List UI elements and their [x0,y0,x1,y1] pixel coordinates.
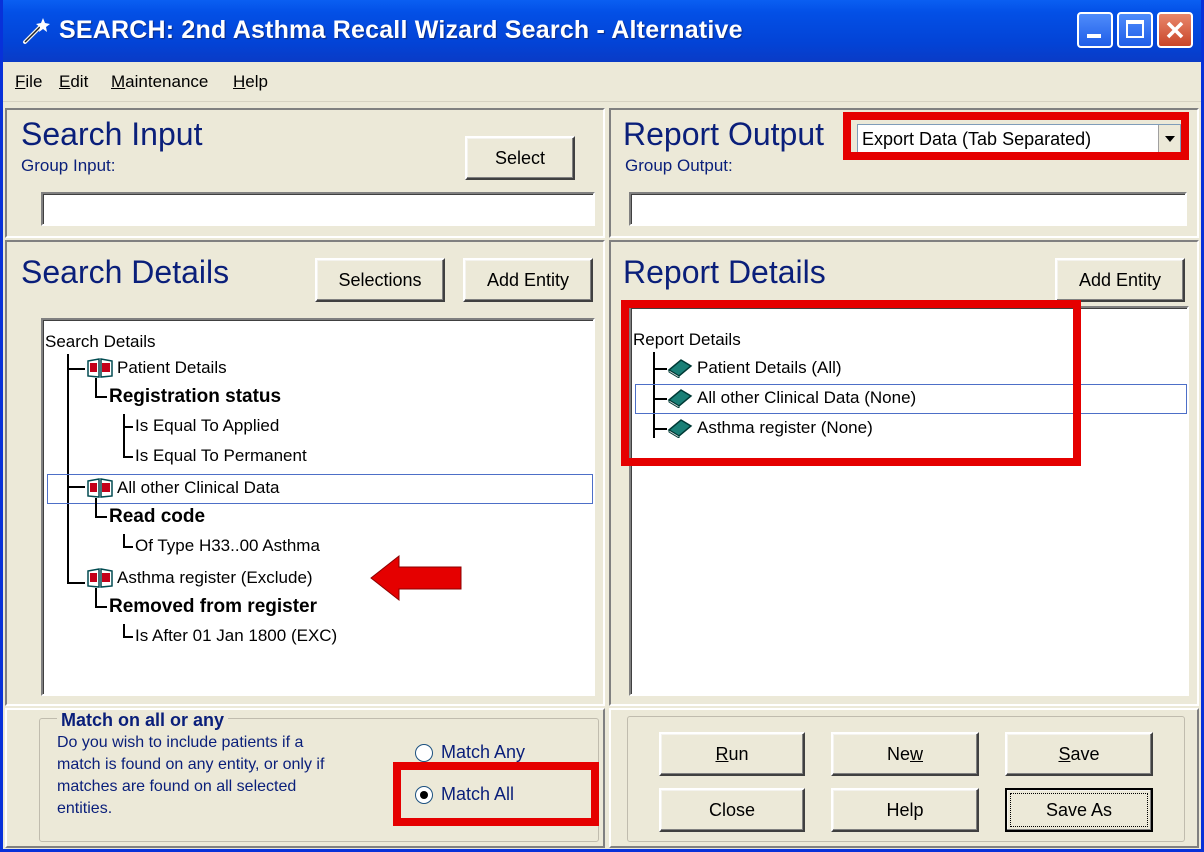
run-button[interactable]: Run [659,732,805,776]
app-window: SEARCH: 2nd Asthma Recall Wizard Search … [0,0,1204,852]
close-icon [1166,21,1184,39]
search-input-title: Search Input [21,116,203,152]
report-details-title: Report Details [623,254,826,290]
title-bar[interactable]: SEARCH: 2nd Asthma Recall Wizard Search … [3,0,1201,62]
add-entity-report-button[interactable]: Add Entity [1055,258,1185,302]
tree-entity-asthma-register[interactable]: Asthma register (Exclude) [117,568,313,588]
selections-button[interactable]: Selections [315,258,445,302]
highlight-report-details [621,300,1081,466]
actions-panel: Run Ne w Save Close Help Save As [609,708,1199,848]
search-details-panel: Search Details Selections Add Entity Sea… [5,240,605,706]
search-details-title: Search Details [21,254,230,290]
match-any-radio[interactable] [415,744,433,762]
tree-value-asthma-code[interactable]: Of Type H33..00 Asthma [135,536,320,556]
menu-edit[interactable]: Edit [59,72,88,92]
search-input-panel: Search Input Group Input: Select [5,108,605,238]
group-output-field[interactable] [629,192,1187,226]
tree-criterion-registration-status[interactable]: Registration status [109,386,281,408]
red-book-icon [87,568,113,588]
tree-entity-other-clinical[interactable]: All other Clinical Data [117,478,280,498]
tree-value-applied[interactable]: Is Equal To Applied [135,416,279,436]
maximize-button[interactable] [1117,12,1153,48]
menu-file[interactable]: File [15,72,42,92]
maximize-icon [1126,20,1144,38]
window-title: SEARCH: 2nd Asthma Recall Wizard Search … [59,16,743,44]
match-description: Do you wish to include patients if a mat… [57,734,325,817]
tree-root: Search Details [45,332,156,351]
tree-entity-patient-details[interactable]: Patient Details [117,358,227,378]
close-window-button[interactable] [1157,12,1193,48]
search-details-tree[interactable]: Search Details Patient Details Registrat… [41,318,595,696]
match-title: Match on all or any [57,710,229,731]
help-button[interactable]: Help [831,788,979,832]
red-book-icon [87,358,113,378]
report-output-title: Report Output [623,116,824,152]
magic-wand-icon [23,18,50,44]
menu-maintenance[interactable]: Maintenance [111,72,208,92]
close-button[interactable]: Close [659,788,805,832]
menu-bar: File Edit Maintenance Help [3,62,1201,102]
tree-value-after-date[interactable]: Is After 01 Jan 1800 (EXC) [135,626,337,646]
tree-value-permanent[interactable]: Is Equal To Permanent [135,446,307,466]
add-entity-button[interactable]: Add Entity [463,258,593,302]
red-arrow-icon [370,554,462,602]
match-any-label[interactable]: Match Any [441,742,526,763]
save-button[interactable]: Save [1005,732,1153,776]
new-button[interactable]: Ne w [831,732,979,776]
tree-criterion-removed[interactable]: Removed from register [109,596,317,618]
menu-help[interactable]: Help [233,72,268,92]
red-book-icon [87,478,113,498]
tree-criterion-read-code[interactable]: Read code [109,506,205,528]
minimize-button[interactable] [1077,12,1113,48]
save-as-button[interactable]: Save As [1005,788,1153,832]
group-input-field[interactable] [41,192,595,226]
highlight-match-all [393,762,599,826]
minimize-icon [1087,34,1101,38]
highlight-output-format [843,112,1189,160]
select-button[interactable]: Select [465,136,575,180]
group-output-label: Group Output: [625,156,733,175]
group-input-label: Group Input: [21,156,116,175]
